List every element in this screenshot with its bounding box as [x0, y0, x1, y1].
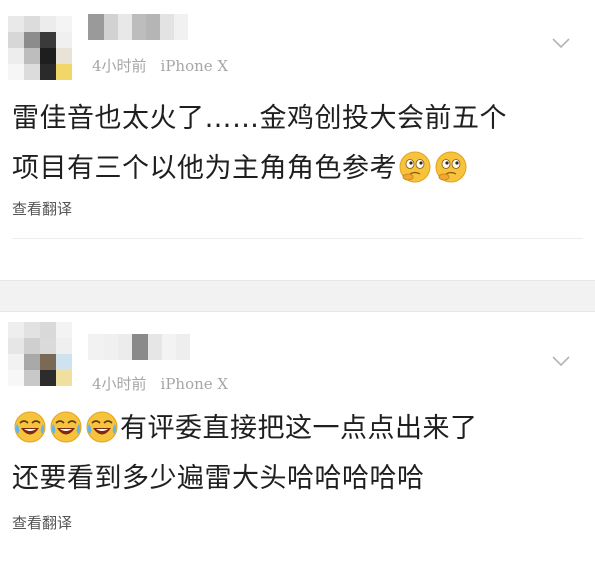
divider	[12, 238, 583, 239]
post-time: 4小时前	[92, 375, 147, 393]
post-device: iPhone X	[160, 57, 229, 75]
post-device: iPhone X	[160, 375, 229, 393]
post-separator	[0, 280, 595, 312]
laughing-crying-face-icon	[14, 411, 46, 442]
translate-link[interactable]: 查看翻译	[12, 198, 72, 219]
post-time: 4小时前	[92, 57, 147, 75]
post-content: 雷佳音也太火了……金鸡创投大会前五个 项目有三个以他为主角角色参考	[12, 94, 585, 194]
username[interactable]	[88, 334, 218, 360]
content-text: 有评委直接把这一点点出来了	[120, 413, 478, 444]
laughing-crying-face-icon	[50, 411, 82, 442]
post-content: 有评委直接把这一点点出来了 还要看到多少遍雷大头哈哈哈哈哈	[12, 404, 585, 504]
translate-link[interactable]: 查看翻译	[12, 512, 72, 533]
avatar[interactable]	[8, 322, 72, 386]
thinking-face-icon	[435, 151, 467, 182]
laughing-crying-face-icon	[86, 411, 118, 442]
content-line: 项目有三个以他为主角角色参考	[12, 144, 585, 194]
chevron-down-icon[interactable]	[551, 351, 571, 371]
thinking-face-icon	[399, 151, 431, 182]
weibo-post-1: 4小时前 iPhone X 雷佳音也太火了……金鸡创投大会前五个 项目有三个以他为…	[0, 0, 595, 280]
content-line: 有评委直接把这一点点出来了	[12, 404, 585, 454]
weibo-post-2: 4小时前 iPhone X 有评委直接把这一点点出来了 还要看到多少遍雷大头哈哈…	[0, 312, 595, 578]
post-meta: 4小时前 iPhone X	[92, 373, 228, 394]
content-text: 项目有三个以他为主角角色参考	[12, 153, 397, 184]
content-line: 雷佳音也太火了……金鸡创投大会前五个	[12, 103, 507, 134]
avatar[interactable]	[8, 16, 72, 80]
content-line: 还要看到多少遍雷大头哈哈哈哈哈	[12, 463, 425, 494]
username[interactable]	[88, 14, 218, 40]
chevron-down-icon[interactable]	[551, 33, 571, 53]
post-meta: 4小时前 iPhone X	[92, 55, 228, 76]
